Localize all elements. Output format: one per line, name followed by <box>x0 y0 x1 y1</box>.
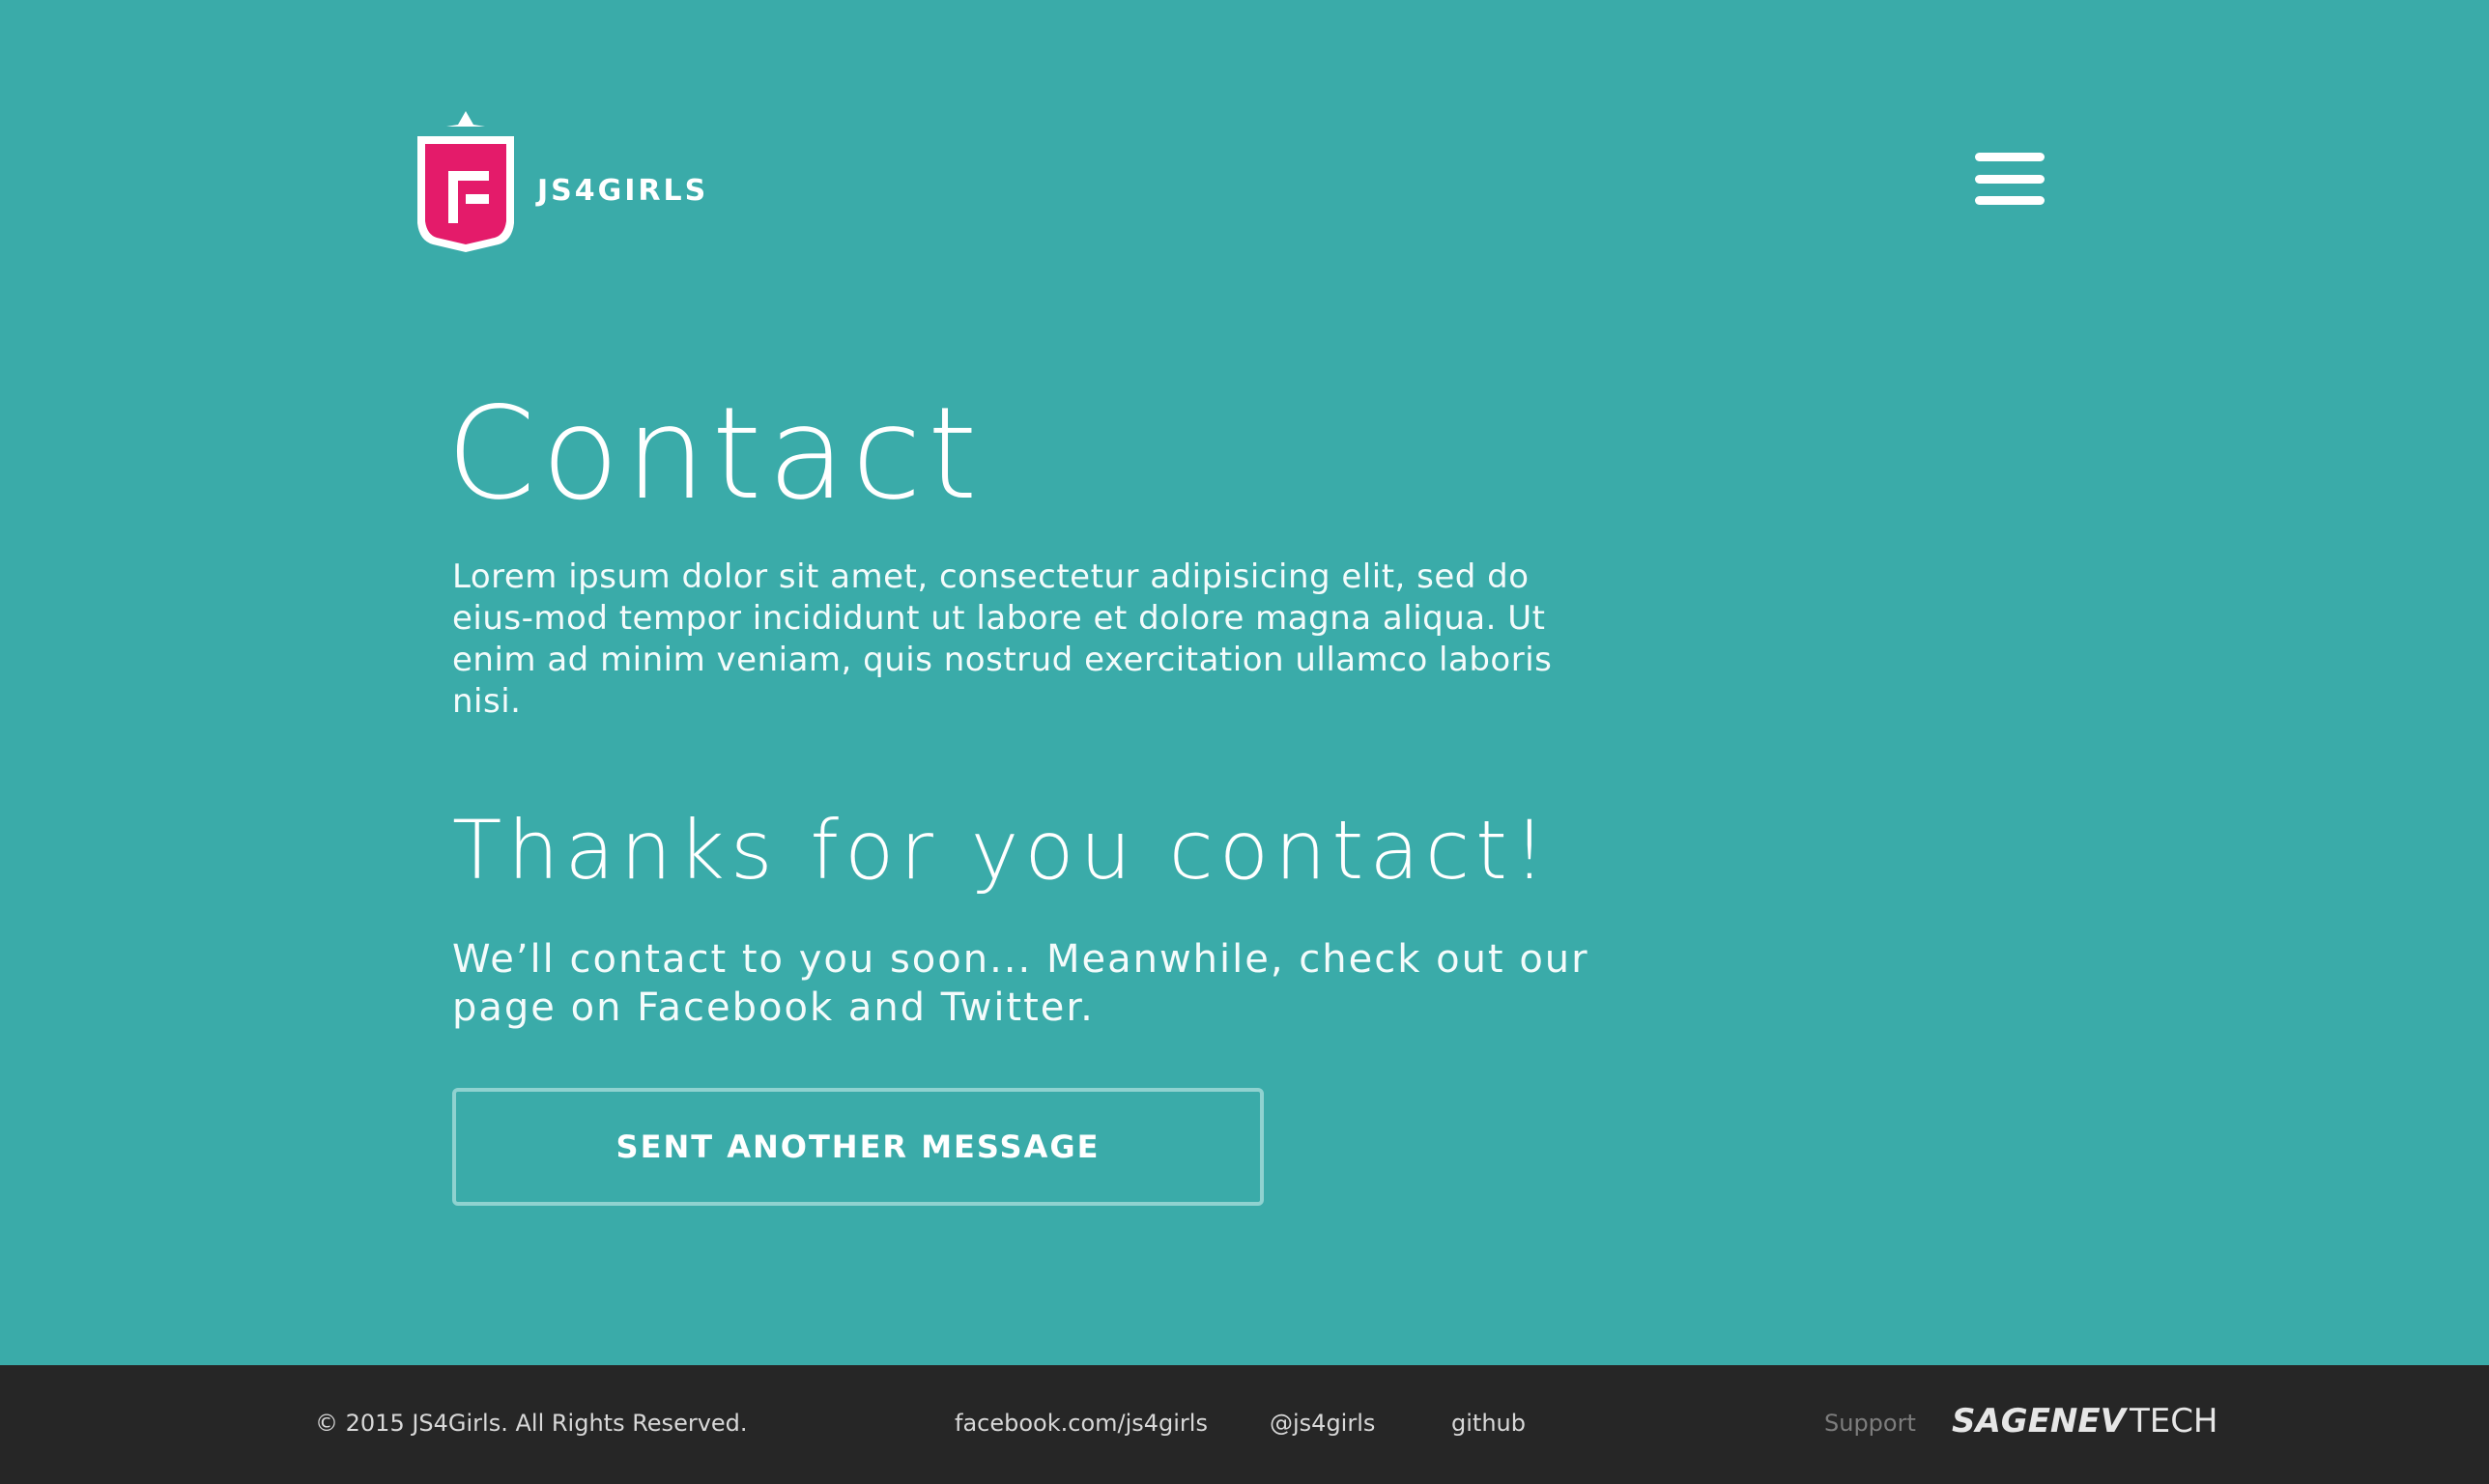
page-title: Contact <box>446 380 984 528</box>
sponsor-name-strong: SAGENEV <box>1952 1402 2126 1441</box>
thanks-message: We’ll contact to you soon... Meanwhile, … <box>452 937 1589 1030</box>
thanks-heading: Thanks for you contact! <box>452 803 1552 898</box>
js4girls-shield-logo-icon <box>417 111 514 252</box>
intro-paragraph: Lorem ipsum dolor sit amet, consectetur … <box>452 557 1553 721</box>
hamburger-menu-button[interactable] <box>1971 145 2048 213</box>
brand-name: JS4GIRLS <box>537 173 709 208</box>
support-label: Support <box>1824 1410 1916 1437</box>
page: JS4GIRLS Contact Lorem ipsum dolor sit a… <box>0 0 2489 1484</box>
send-another-message-button[interactable]: SENT ANOTHER MESSAGE <box>452 1088 1264 1206</box>
facebook-link[interactable]: facebook.com/js4girls <box>955 1410 1208 1437</box>
menu-bar-middle <box>1975 174 2045 184</box>
sponsor-name-light: TECH <box>2129 1402 2218 1441</box>
menu-bar-bottom <box>1975 196 2045 205</box>
twitter-link[interactable]: @js4girls <box>1270 1410 1375 1437</box>
copyright-text: © 2015 JS4Girls. All Rights Reserved. <box>315 1410 748 1437</box>
site-header: JS4GIRLS <box>0 0 2489 290</box>
site-footer: © 2015 JS4Girls. All Rights Reserved. fa… <box>0 1365 2489 1484</box>
menu-bar-top <box>1975 153 2045 161</box>
sponsor-logo-link[interactable]: SAGENEV TECH <box>1952 1402 2218 1441</box>
github-link[interactable]: github <box>1451 1410 1526 1437</box>
brand-logo-link[interactable]: JS4GIRLS <box>415 111 708 252</box>
